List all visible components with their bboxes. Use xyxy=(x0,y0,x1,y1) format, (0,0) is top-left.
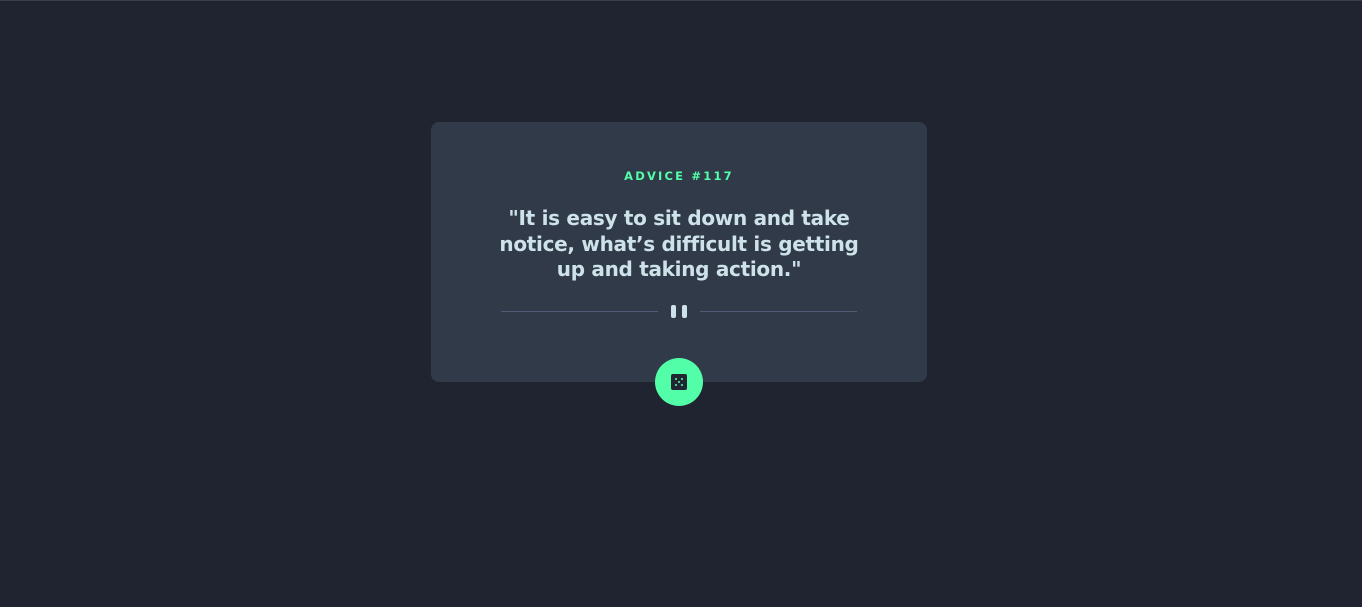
pause-icon xyxy=(671,305,687,319)
top-border xyxy=(0,0,1362,1)
generate-advice-button[interactable] xyxy=(655,358,703,406)
advice-card: ADVICE #117 "It is easy to sit down and … xyxy=(431,122,927,382)
advice-id-label: ADVICE #117 xyxy=(624,169,734,183)
divider-line-left xyxy=(501,311,658,312)
dice-icon xyxy=(671,374,687,390)
advice-quote-text: "It is easy to sit down and take notice,… xyxy=(499,206,859,281)
pattern-divider xyxy=(501,302,857,322)
divider-line-right xyxy=(700,311,857,312)
